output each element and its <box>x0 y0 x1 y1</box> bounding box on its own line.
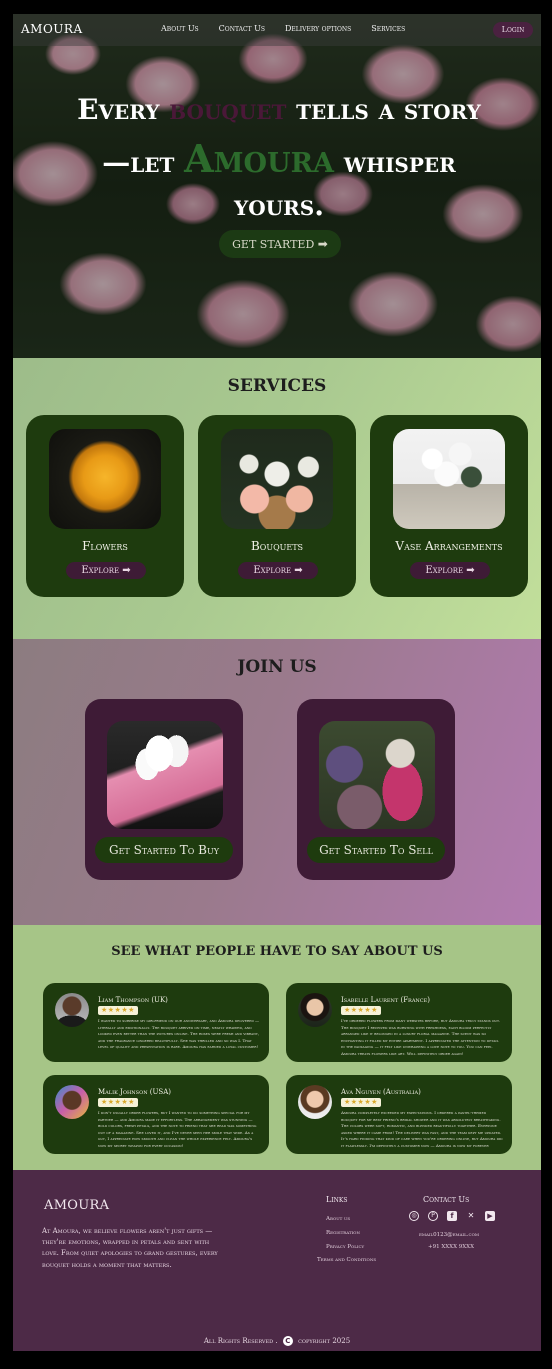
join-card-sell: Get Started To Sell <box>297 699 455 880</box>
x-icon[interactable]: ✕ <box>466 1211 476 1221</box>
service-card-vase: Vase Arrangements Explore ➡ <box>370 415 528 597</box>
avatar <box>298 993 332 1027</box>
hero-text: whisper <box>333 145 456 179</box>
footer-email[interactable]: email0123@email.com <box>419 1232 479 1238</box>
star-rating: ★★★★★ <box>341 1006 381 1015</box>
explore-button[interactable]: Explore ➡ <box>66 562 146 579</box>
login-button[interactable]: Login <box>493 22 533 38</box>
nav-link-services[interactable]: Services <box>371 24 405 33</box>
hero-text: yours. <box>234 188 324 222</box>
get-started-sell-button[interactable]: Get Started To Sell <box>307 837 445 863</box>
nav-link-delivery[interactable]: Delivery options <box>285 24 351 33</box>
get-started-buy-button[interactable]: Get Started To Buy <box>95 837 233 863</box>
reviewer-name: Liam Thompson (UK) <box>98 996 168 1004</box>
reviewer-name: Malik Johnson (USA) <box>98 1088 172 1096</box>
avatar <box>55 993 89 1027</box>
reviewer-name: Ava Nguyen (Australia) <box>341 1088 421 1096</box>
services-section: SERVICES Flowers Explore ➡ Bouquets Expl… <box>13 358 541 639</box>
reviewer-name: Isabelle Laurent (France) <box>341 996 431 1004</box>
service-name: Vase Arrangements <box>395 539 503 553</box>
footer-bottom-bar: All Rights Reserved . C copyright 2025 <box>13 1336 541 1346</box>
hero-section: AMOURA About Us Contact Us Delivery opti… <box>13 14 541 358</box>
star-rating: ★★★★★ <box>98 1006 138 1015</box>
review-text: Amoura completely exceeded my expectatio… <box>341 1110 503 1150</box>
hero-text-highlight: bouquet <box>169 93 287 126</box>
bouquet-hand-image <box>107 721 223 829</box>
service-name: Bouquets <box>250 539 304 553</box>
avatar <box>298 1085 332 1119</box>
pinterest-icon[interactable]: P <box>428 1211 438 1221</box>
get-started-button[interactable]: GET STARTED ➡ <box>219 230 341 258</box>
review-card: Liam Thompson (UK) ★★★★★ I wanted to sur… <box>43 983 269 1062</box>
youtube-icon[interactable]: ▶ <box>485 1211 495 1221</box>
nav-link-contact[interactable]: Contact Us <box>219 24 265 33</box>
reviews-title: SEE WHAT PEOPLE HAVE TO SAY ABOUT US <box>111 944 443 959</box>
service-card-flowers: Flowers Explore ➡ <box>26 415 184 597</box>
bouquets-image <box>221 429 333 529</box>
get-started-label: GET STARTED <box>232 238 315 251</box>
star-rating: ★★★★★ <box>98 1098 138 1107</box>
review-text: I don't usually order flowers, but I wan… <box>98 1110 257 1148</box>
page-frame: AMOURA About Us Contact Us Delivery opti… <box>13 14 541 1351</box>
review-card: Malik Johnson (USA) ★★★★★ I don't usuall… <box>43 1075 269 1154</box>
review-card: Ava Nguyen (Australia) ★★★★★ Amoura comp… <box>286 1075 512 1154</box>
footer-about-text: At Amoura, we believe flowers aren't jus… <box>42 1227 218 1269</box>
explore-label: Explore <box>253 565 292 576</box>
footer-contact-title: Contact Us <box>423 1195 470 1204</box>
review-text: I wanted to surprise my girlfriend on ou… <box>98 1018 260 1050</box>
footer-links-title: Links <box>326 1195 348 1204</box>
top-nav: AMOURA About Us Contact Us Delivery opti… <box>13 14 541 46</box>
copyright-text: copyright 2025 <box>298 1337 351 1345</box>
copyright-icon: C <box>282 1336 293 1346</box>
explore-button[interactable]: Explore ➡ <box>238 562 318 579</box>
service-name: Flowers <box>82 539 128 553</box>
brand-logo[interactable]: AMOURA <box>21 22 83 36</box>
join-card-buy: Get Started To Buy <box>85 699 243 880</box>
arrow-right-icon: ➡ <box>122 565 131 576</box>
footer-link-registration[interactable]: Registration <box>326 1230 360 1236</box>
nav-link-about[interactable]: About Us <box>161 24 199 33</box>
services-title: SERVICES <box>227 376 327 396</box>
review-text: I've ordered flowers from many websites … <box>341 1018 501 1056</box>
join-title: JOIN US <box>237 657 317 677</box>
facebook-icon[interactable]: f <box>447 1211 457 1221</box>
hero-title: Every bouquet tells a story —let Amoura … <box>51 90 507 226</box>
arrow-right-icon: ➡ <box>317 237 328 251</box>
hero-text: tells a story <box>286 93 481 126</box>
review-card: Isabelle Laurent (France) ★★★★★ I've ord… <box>286 983 512 1062</box>
instagram-icon[interactable]: ◎ <box>409 1211 419 1221</box>
join-section: JOIN US Get Started To Buy Get Started T… <box>13 639 541 925</box>
flowers-image <box>49 429 161 529</box>
reviews-section: SEE WHAT PEOPLE HAVE TO SAY ABOUT US Lia… <box>13 925 541 1170</box>
footer: AMOURA At Amoura, we believe flowers are… <box>13 1170 541 1351</box>
explore-label: Explore <box>81 565 120 576</box>
hero-text: —let <box>102 145 185 179</box>
arrow-right-icon: ➡ <box>294 565 303 576</box>
rights-text: All Rights Reserved . <box>203 1337 278 1345</box>
footer-brand[interactable]: AMOURA <box>44 1198 109 1213</box>
explore-label: Explore <box>425 565 464 576</box>
footer-link-privacy[interactable]: Privacy Policy <box>326 1244 364 1250</box>
hero-text: Every <box>77 93 170 126</box>
hero-brand-highlight: Amoura <box>184 135 334 181</box>
arrow-right-icon: ➡ <box>466 565 475 576</box>
footer-link-about[interactable]: About us <box>326 1216 350 1222</box>
florist-image <box>319 721 435 829</box>
vase-arrangement-image <box>393 429 505 529</box>
explore-button[interactable]: Explore ➡ <box>410 562 490 579</box>
star-rating: ★★★★★ <box>341 1098 381 1107</box>
social-icons: ◎ P f ✕ ▶ <box>409 1211 504 1221</box>
footer-link-terms[interactable]: Terms and Conditions <box>317 1257 376 1263</box>
service-card-bouquets: Bouquets Explore ➡ <box>198 415 356 597</box>
nav-links: About Us Contact Us Delivery options Ser… <box>161 24 425 33</box>
footer-phone: +91 XXXX 9XXX <box>428 1244 475 1250</box>
avatar <box>55 1085 89 1119</box>
